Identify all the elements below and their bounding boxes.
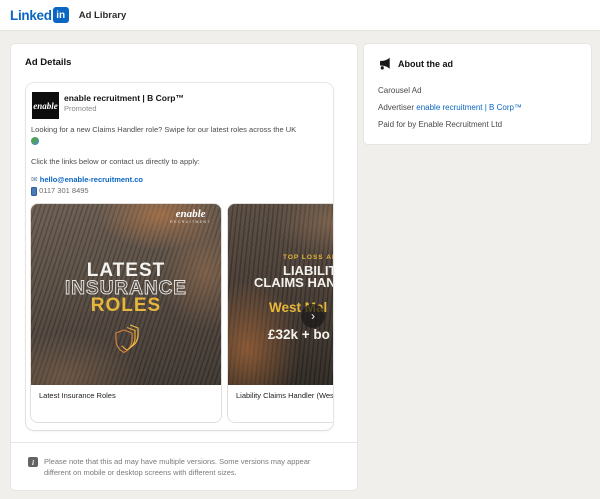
phone-icon [31, 187, 37, 196]
carousel: enable RECRUITMENT LATEST INSURANCE ROLE… [30, 203, 333, 423]
top-navbar: Linked in Ad Library [0, 0, 600, 31]
advertiser-name-link[interactable]: enable recruitment | B Corp™ [64, 93, 184, 103]
megaphone-icon [378, 57, 391, 70]
carousel-item-1[interactable]: enable RECRUITMENT LATEST INSURANCE ROLE… [30, 203, 222, 423]
globe-icon [31, 137, 39, 145]
image-brand-logo: enable RECRUITMENT [170, 209, 211, 224]
paid-for-by-label: Paid for by Enable Recruitment Ltd [378, 120, 502, 129]
ad-email-line: ✉ hello@enable-recruitment.co [31, 175, 143, 184]
about-the-ad-header: About the ad [378, 57, 453, 70]
email-icon: ✉ [31, 175, 38, 184]
image-headline-line2: CLAIMS HAN [254, 275, 333, 290]
app-title: Ad Library [79, 10, 127, 21]
linkedin-wordmark: Linked [10, 8, 52, 23]
phone-number: 0117 301 8495 [39, 186, 89, 195]
ad-phone-line: 0117 301 8495 [31, 186, 89, 196]
versions-note: i Please note that this ad may have mult… [11, 442, 357, 490]
promoted-label: Promoted [64, 104, 97, 113]
advertiser-row: Advertiser enable recruitment | B Corp™ [378, 103, 522, 112]
carousel-caption-1: Latest Insurance Roles [31, 385, 221, 422]
ad-type-label: Carousel Ad [378, 86, 422, 95]
carousel-caption-2: Liability Claims Handler (West M [228, 385, 333, 422]
info-icon: i [28, 457, 38, 467]
advertiser-profile-link[interactable]: enable recruitment | B Corp™ [416, 103, 522, 112]
advertiser-logo-text: enable [33, 101, 58, 111]
linkedin-in-icon: in [53, 7, 69, 23]
advertiser-label: Advertiser [378, 103, 414, 112]
about-the-ad-panel: About the ad Carousel Ad Advertiser enab… [364, 44, 591, 144]
advertiser-logo[interactable]: enable [32, 92, 59, 119]
carousel-next-button[interactable]: › [301, 304, 325, 328]
ad-details-heading: Ad Details [25, 57, 71, 68]
ad-copy-emoji-line [31, 136, 39, 145]
shield-icon [112, 324, 142, 356]
image-salary: £32k + bo [268, 327, 330, 342]
versions-note-text: Please note that this ad may have multip… [44, 456, 336, 490]
carousel-image-2: TOP LOSS ADJU LIABILIT CLAIMS HAN West M… [228, 204, 333, 385]
ad-card: enable enable recruitment | B Corp™ Prom… [26, 83, 333, 430]
ad-details-panel: Ad Details enable enable recruitment | B… [11, 44, 357, 490]
image-kicker: TOP LOSS ADJU [283, 254, 333, 261]
ad-copy-line-2: Click the links below or contact us dire… [31, 157, 200, 166]
ad-library-page: Linked in Ad Library Ad Details enable e… [0, 0, 600, 499]
ad-copy-line-1: Looking for a new Claims Handler role? S… [31, 125, 296, 134]
carousel-image-1: enable RECRUITMENT LATEST INSURANCE ROLE… [31, 204, 221, 385]
image-headline: LATEST INSURANCE ROLES [31, 262, 221, 315]
about-the-ad-title: About the ad [398, 59, 453, 69]
email-link[interactable]: hello@enable-recruitment.co [40, 175, 143, 184]
linkedin-logo[interactable]: Linked in [10, 7, 69, 23]
chevron-right-icon: › [311, 310, 315, 322]
